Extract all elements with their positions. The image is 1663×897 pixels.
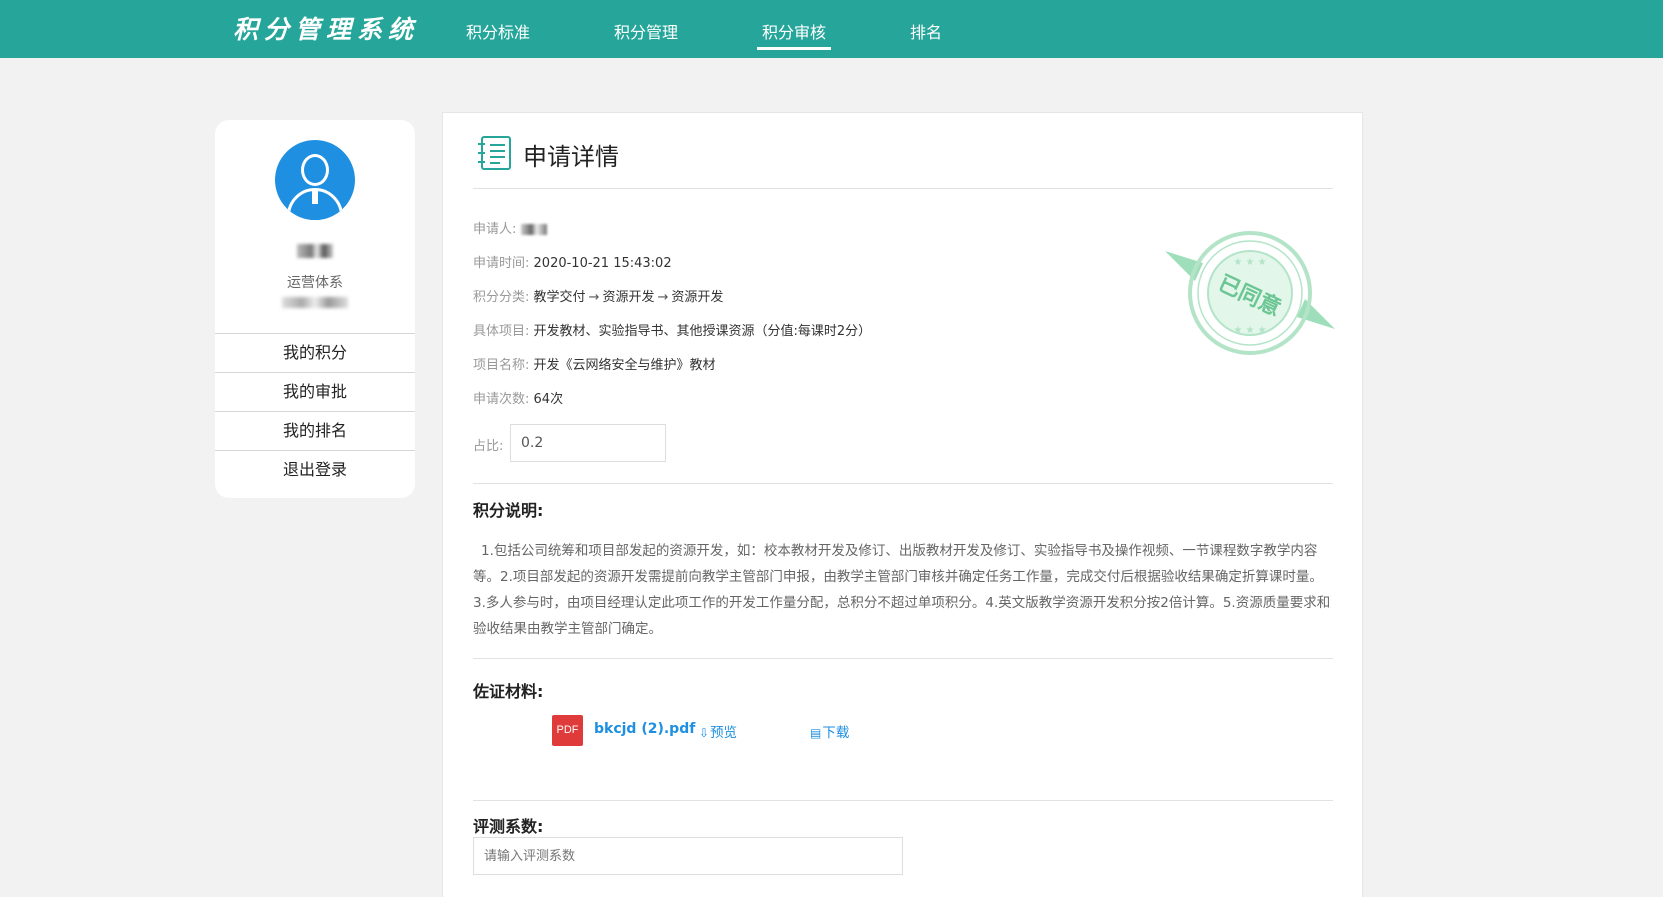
- category-label: 积分分类:: [473, 290, 530, 305]
- ratio-label: 占比:: [473, 439, 504, 454]
- evidence-file-name[interactable]: bkcjd (2).pdf: [594, 721, 695, 737]
- ratio-input[interactable]: [510, 424, 666, 462]
- field-applicant: 申请人:: [473, 218, 547, 237]
- top-nav-bar: 积分管理系统 积分标准 积分管理 积分审核 排名: [0, 0, 1663, 58]
- nav-item-management[interactable]: 积分管理: [614, 19, 678, 49]
- nav-item-standards[interactable]: 积分标准: [466, 19, 530, 49]
- menu-item-my-ranking[interactable]: 我的排名: [215, 411, 415, 450]
- preview-button[interactable]: ⇩预览: [699, 721, 737, 741]
- approved-stamp-icon: ★ ★ ★ ★ ★ ★ 已同意: [1165, 231, 1335, 355]
- divider: [473, 800, 1333, 801]
- page-title: 申请详情: [523, 143, 619, 171]
- document-list-icon: [478, 136, 511, 170]
- field-count: 申请次数: 64次: [473, 388, 563, 407]
- divider: [473, 483, 1333, 484]
- menu-item-my-approvals[interactable]: 我的审批: [215, 372, 415, 411]
- project-name-label: 项目名称:: [473, 358, 530, 373]
- user-name-redacted: [297, 244, 333, 258]
- evaluation-coefficient-input[interactable]: [473, 837, 903, 875]
- preview-label: 预览: [710, 725, 738, 741]
- evaluation-title: 评测系数:: [473, 817, 544, 836]
- divider: [473, 188, 1333, 189]
- applicant-label: 申请人:: [473, 222, 517, 237]
- svg-text:★ ★ ★: ★ ★ ★: [1233, 325, 1266, 336]
- download-button[interactable]: ▤下载: [810, 721, 849, 741]
- download-label: 下载: [822, 725, 850, 741]
- nav-item-ranking[interactable]: 排名: [910, 19, 942, 49]
- category-level-3: 资源开发: [671, 290, 724, 305]
- category-level-2: 资源开发: [602, 290, 655, 305]
- cloud-download-icon: ⇩: [699, 726, 710, 740]
- svg-text:★ ★ ★: ★ ★ ★: [1233, 257, 1266, 268]
- divider: [473, 658, 1333, 659]
- field-item: 具体项目: 开发教材、实验指导书、其他授课资源（分值:每课时2分）: [473, 320, 871, 339]
- category-level-1: 教学交付: [533, 290, 586, 305]
- field-time: 申请时间: 2020-10-21 15:43:02: [473, 252, 672, 271]
- user-sub-redacted: [282, 297, 348, 308]
- explanation-title: 积分说明:: [473, 501, 544, 520]
- profile-menu: 我的积分 我的审批 我的排名 退出登录: [215, 333, 415, 489]
- time-value: 2020-10-21 15:43:02: [533, 256, 672, 271]
- user-department: 运营体系: [287, 275, 343, 291]
- field-project-name: 项目名称: 开发《云网络安全与维护》教材: [473, 354, 716, 373]
- arrow-right-icon: →: [588, 290, 600, 305]
- item-value: 开发教材、实验指导书、其他授课资源（分值:每课时2分）: [533, 324, 872, 339]
- project-name-value: 开发《云网络安全与维护》教材: [533, 358, 716, 373]
- field-category: 积分分类: 教学交付 → 资源开发 → 资源开发: [473, 286, 723, 305]
- arrow-right-icon: →: [657, 290, 669, 305]
- item-label: 具体项目:: [473, 324, 530, 339]
- applicant-name-redacted: [520, 224, 547, 235]
- profile-card: 运营体系 我的积分 我的审批 我的排名 退出登录: [215, 120, 415, 498]
- application-detail-panel: 申请详情 申请人: 申请时间: 2020-10-21 15:43:02 积分分类…: [442, 112, 1363, 897]
- evidence-title: 佐证材料:: [473, 682, 544, 701]
- nav-item-review[interactable]: 积分审核: [756, 19, 832, 50]
- count-value: 64次: [533, 392, 564, 407]
- time-label: 申请时间:: [473, 256, 530, 271]
- field-ratio-label: 占比:: [473, 435, 503, 454]
- explanation-text: 1.包括公司统筹和项目部发起的资源开发，如：校本教材开发及修订、出版教材开发及修…: [473, 543, 1331, 637]
- menu-item-logout[interactable]: 退出登录: [215, 450, 415, 489]
- pdf-file-icon: PDF: [552, 715, 583, 746]
- count-label: 申请次数:: [473, 392, 530, 407]
- download-icon: ▤: [810, 726, 822, 740]
- app-logo: 积分管理系统: [233, 15, 420, 44]
- avatar-icon: [275, 140, 355, 220]
- menu-item-my-points[interactable]: 我的积分: [215, 333, 415, 372]
